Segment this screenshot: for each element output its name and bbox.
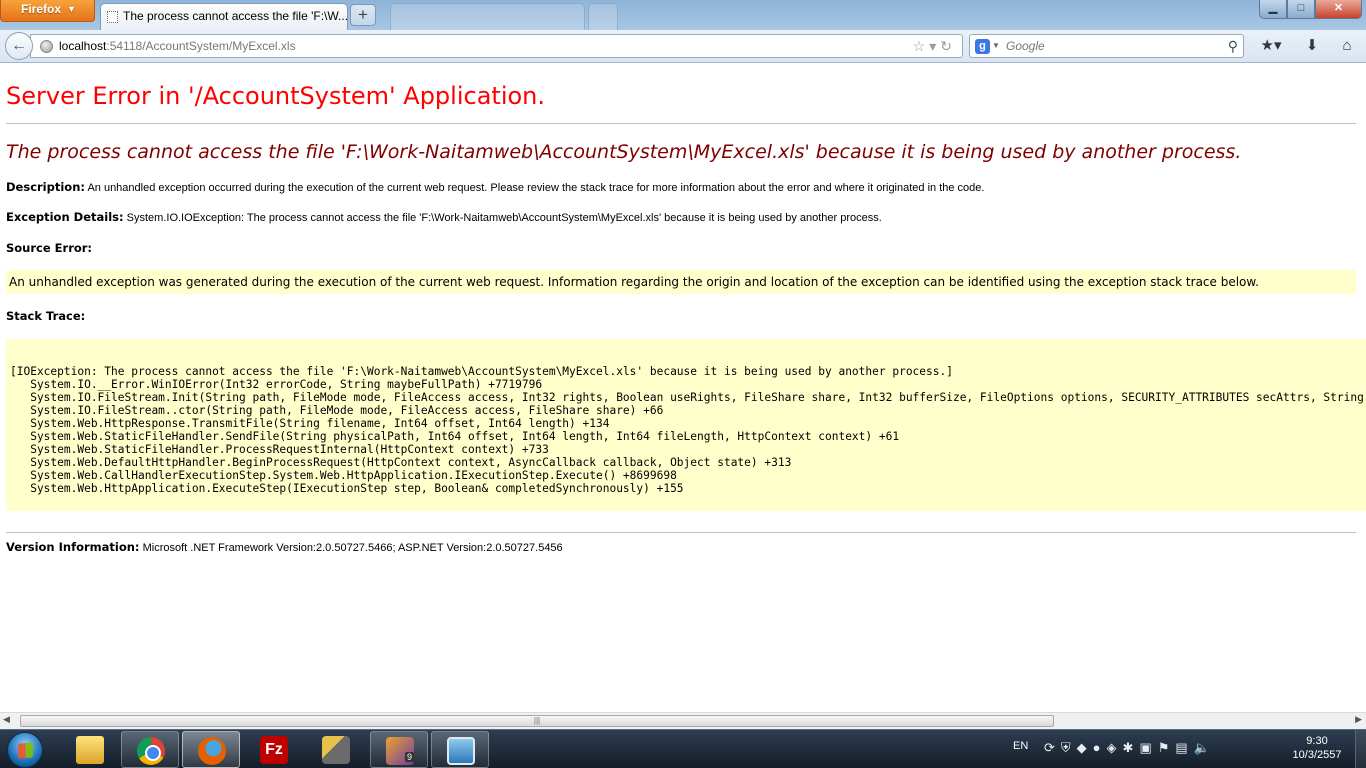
stack-trace-label: Stack Trace: <box>6 309 86 323</box>
tools-icon <box>322 736 350 764</box>
version-information-line: Version Information: Microsoft .NET Fram… <box>6 540 563 554</box>
tab-title: The process cannot access the file 'F:\W… <box>123 9 348 23</box>
search-icon[interactable]: ⚲ <box>1228 35 1238 57</box>
new-tab-button[interactable]: + <box>350 4 376 26</box>
exception-label: Exception Details: <box>6 210 124 224</box>
url-bar-actions: ☆▾↻ <box>913 35 956 57</box>
taskbar-image-viewer[interactable] <box>431 731 489 768</box>
home-button[interactable]: ⌂ <box>1334 35 1360 57</box>
stack-trace-heading: Stack Trace: <box>6 309 85 323</box>
tab-active[interactable]: The process cannot access the file 'F:\W… <box>100 3 348 30</box>
picture-icon <box>447 737 475 765</box>
description-line: Description: An unhandled exception occu… <box>6 180 984 194</box>
navigation-toolbar: localhost:54118/AccountSystem/MyExcel.xl… <box>0 30 1366 63</box>
firefox-menu-button[interactable]: Firefox ▼ <box>0 0 95 22</box>
browser-title-bar: Firefox ▼ The process cannot access the … <box>0 0 1366 30</box>
taskbar-visual-studio-tools[interactable] <box>307 731 365 768</box>
chevron-down-icon: ▼ <box>992 41 1000 50</box>
background-window-tab-small <box>588 3 618 30</box>
action-center-icon[interactable]: ⚑ <box>1158 740 1176 755</box>
app-tray-icon[interactable]: ◆ <box>1077 740 1093 755</box>
clock-date: 10/3/2557 <box>1292 749 1342 761</box>
windows-logo-icon <box>18 742 33 759</box>
scroll-right-icon[interactable]: ▶ <box>1355 714 1362 725</box>
bluetooth-icon[interactable]: ✱ <box>1123 740 1140 755</box>
show-desktop-button[interactable] <box>1355 730 1366 768</box>
dropdown-arrow-icon[interactable]: ▾ <box>929 38 940 54</box>
horizontal-scrollbar[interactable]: ◀ ||| ▶ <box>0 712 1366 729</box>
window-minimize-button[interactable]: ▁ <box>1259 0 1287 19</box>
scroll-left-icon[interactable]: ◀ <box>3 714 10 725</box>
url-bar[interactable]: localhost:54118/AccountSystem/MyExcel.xl… <box>30 34 963 58</box>
search-input[interactable]: g ▼ Google ⚲ <box>969 34 1244 58</box>
divider <box>6 532 1356 533</box>
system-tray: ⟳⛨◆●◈✱▣⚑▤🔈 <box>1044 740 1216 756</box>
home-icon: ⌂ <box>1342 37 1352 54</box>
clock-time: 9:30 <box>1306 735 1328 747</box>
filezilla-icon: Fz <box>260 736 288 764</box>
star-icon[interactable]: ☆ <box>913 38 930 54</box>
start-button[interactable] <box>7 732 43 768</box>
search-placeholder: Google <box>1006 39 1045 53</box>
chrome-icon <box>137 737 165 765</box>
page-content: Server Error in '/AccountSystem' Applica… <box>0 64 1366 712</box>
source-error-label: Source Error: <box>6 241 93 255</box>
windows-taskbar: Fz 9 EN ⟳⛨◆●◈✱▣⚑▤🔈 9:30 10/3/2557 <box>0 729 1366 768</box>
url-path: :54118/AccountSystem/MyExcel.xls <box>106 39 296 53</box>
exception-details-line: Exception Details: System.IO.IOException… <box>6 210 882 224</box>
back-button[interactable]: ← <box>5 32 33 60</box>
bookmarks-button[interactable]: ★▾ <box>1254 35 1288 57</box>
description-label: Description: <box>6 180 85 194</box>
stack-trace-text: [IOException: The process cannot access … <box>10 365 1364 495</box>
url-host: localhost <box>59 39 107 53</box>
scrollbar-thumb[interactable]: ||| <box>20 715 1054 727</box>
taskbar-windows-explorer[interactable] <box>61 731 119 768</box>
language-indicator[interactable]: EN <box>1013 740 1028 752</box>
device-icon[interactable]: ▣ <box>1139 740 1157 755</box>
download-arrow-icon: ⬇ <box>1305 37 1319 54</box>
folder-icon <box>76 736 104 764</box>
google-icon[interactable]: g <box>975 39 990 54</box>
window-maximize-button[interactable]: □ <box>1287 0 1315 19</box>
globe-icon <box>40 40 53 53</box>
background-window-tab <box>390 3 585 30</box>
system-clock[interactable]: 9:30 10/3/2557 <box>1286 734 1348 762</box>
firefox-menu-label: Firefox <box>21 2 62 16</box>
driver-icon[interactable]: ◈ <box>1107 740 1123 755</box>
source-error-heading: Source Error: <box>6 241 92 255</box>
page-title: Server Error in '/AccountSystem' Applica… <box>6 82 546 110</box>
sync-icon[interactable]: ⟳ <box>1044 740 1061 755</box>
torrent-icon[interactable]: ● <box>1093 740 1107 755</box>
taskbar-filezilla[interactable]: Fz <box>245 731 303 768</box>
arrow-left-icon: ← <box>11 37 27 54</box>
version-text: Microsoft .NET Framework Version:2.0.507… <box>142 542 563 554</box>
taskbar-google-chrome[interactable] <box>121 731 179 768</box>
version-badge: 9 <box>405 752 415 762</box>
taskbar-visual-studio[interactable]: 9 <box>370 731 428 768</box>
version-label: Version Information: <box>6 540 140 554</box>
error-message-title: The process cannot access the file 'F:\W… <box>6 141 1242 163</box>
source-error-box: An unhandled exception was generated dur… <box>6 270 1356 294</box>
chevron-down-icon: ▼ <box>67 4 76 14</box>
stack-trace-box: [IOException: The process cannot access … <box>6 339 1366 511</box>
security-icon[interactable]: ⛨ <box>1061 740 1077 755</box>
volume-icon[interactable]: 🔈 <box>1194 740 1216 755</box>
bookmarks-star-icon: ★▾ <box>1260 37 1282 54</box>
downloads-button[interactable]: ⬇ <box>1300 35 1324 57</box>
window-close-button[interactable]: ✕ <box>1315 0 1362 19</box>
exception-text: System.IO.IOException: The process canno… <box>126 212 882 224</box>
network-icon[interactable]: ▤ <box>1175 740 1193 755</box>
taskbar-firefox[interactable] <box>182 731 240 768</box>
blank-page-icon <box>107 11 118 23</box>
description-text: An unhandled exception occurred during t… <box>87 182 985 194</box>
firefox-icon <box>198 737 226 765</box>
reload-icon[interactable]: ↻ <box>940 38 956 54</box>
divider <box>6 123 1356 124</box>
